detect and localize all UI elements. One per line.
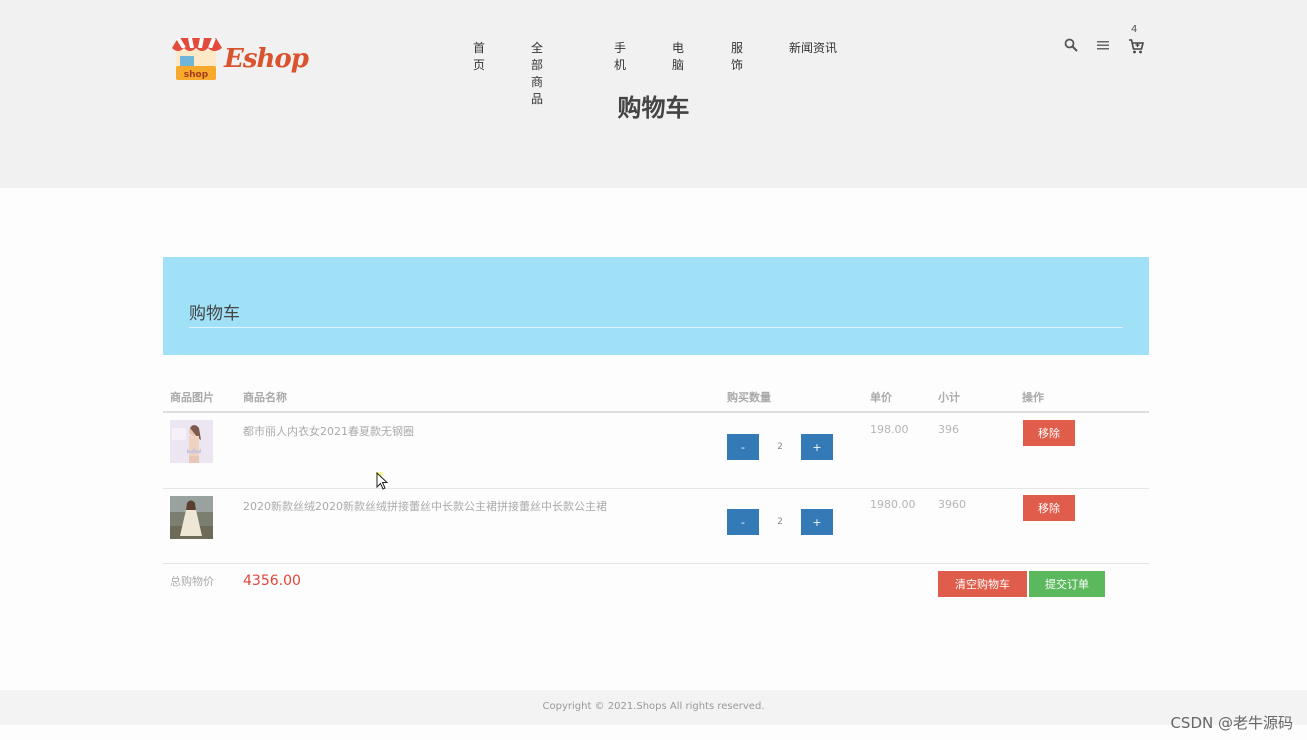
quantity-input[interactable]	[761, 434, 799, 460]
site-footer: Copyright © 2021.Shops All rights reserv…	[0, 690, 1307, 725]
decrease-quantity-button[interactable]: -	[727, 434, 759, 460]
nav-phones[interactable]: 手机	[614, 39, 626, 73]
unit-price: 1980.00	[870, 498, 916, 511]
site-header: shop Eshop 首页 全部商品 手机 电脑 服饰 新闻资讯 4 购物车	[0, 0, 1307, 188]
increase-quantity-button[interactable]: +	[801, 434, 833, 460]
search-icon[interactable]	[1064, 38, 1078, 52]
total-label: 总购物价	[170, 575, 214, 588]
decrease-quantity-button[interactable]: -	[727, 509, 759, 535]
remove-button[interactable]: 移除	[1023, 420, 1075, 446]
logo-text: Eshop	[224, 44, 309, 74]
unit-price: 198.00	[870, 423, 909, 436]
page-title: 购物车	[617, 94, 690, 122]
th-subtotal: 小计	[938, 391, 960, 404]
row-divider	[163, 488, 1149, 489]
th-name: 商品名称	[243, 391, 287, 404]
product-name[interactable]: 都市丽人内衣女2021春夏款无钢圈	[243, 423, 414, 439]
nav-news[interactable]: 新闻资讯	[789, 39, 849, 56]
header-divider	[163, 411, 1149, 413]
subtotal: 3960	[938, 498, 966, 511]
product-image[interactable]	[170, 496, 213, 539]
nav-computers[interactable]: 电脑	[672, 39, 684, 73]
cart-icon[interactable]	[1128, 38, 1144, 54]
th-action: 操作	[1022, 391, 1044, 404]
remove-button[interactable]: 移除	[1023, 495, 1075, 521]
cart-count-badge: 4	[1131, 24, 1138, 35]
mouse-cursor-icon	[376, 472, 389, 490]
th-image: 商品图片	[170, 391, 214, 404]
panel-title: 购物车	[189, 304, 240, 324]
th-quantity: 购买数量	[727, 391, 771, 404]
watermark: CSDN @老牛源码	[1170, 714, 1293, 732]
subtotal: 396	[938, 423, 959, 436]
product-name[interactable]: 2020新款丝绒2020新款丝绒拼接蕾丝中长款公主裙拼接蕾丝中长款公主裙	[243, 498, 607, 514]
menu-icon[interactable]	[1097, 41, 1109, 50]
quantity-stepper: - +	[727, 509, 834, 535]
copyright: Copyright © 2021.Shops All rights reserv…	[542, 701, 765, 712]
clear-cart-button[interactable]: 清空购物车	[938, 571, 1027, 597]
product-image[interactable]	[170, 420, 213, 463]
quantity-stepper: - +	[727, 434, 834, 460]
total-value: 4356.00	[243, 573, 301, 589]
eshop-logo[interactable]: shop Eshop	[170, 36, 310, 86]
shop-stall-icon: shop	[172, 36, 222, 80]
cart-panel: 购物车	[163, 257, 1149, 355]
row-divider	[163, 563, 1149, 564]
quantity-input[interactable]	[761, 509, 799, 535]
nav-home[interactable]: 首页	[473, 39, 485, 73]
divider	[189, 327, 1123, 328]
increase-quantity-button[interactable]: +	[801, 509, 833, 535]
submit-order-button[interactable]: 提交订单	[1029, 571, 1105, 597]
logo-badge: shop	[184, 70, 209, 80]
th-price: 单价	[870, 391, 892, 404]
nav-apparel[interactable]: 服饰	[731, 39, 743, 73]
